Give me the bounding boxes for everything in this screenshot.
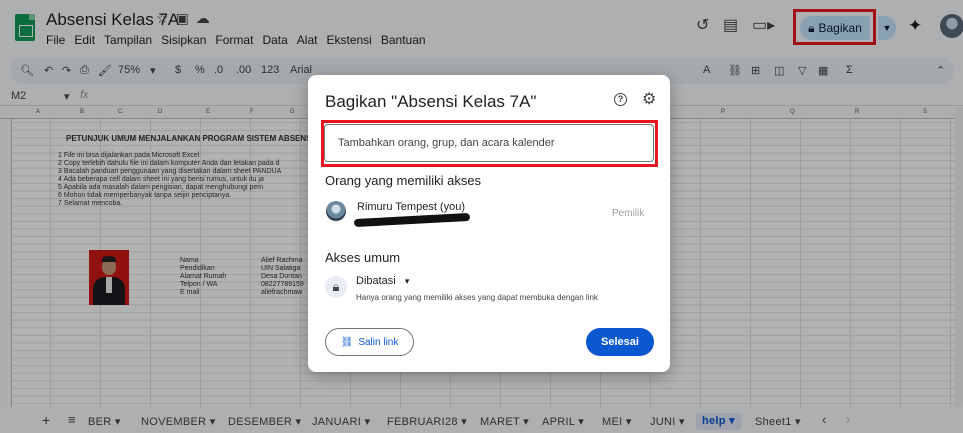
access-mode-dropdown[interactable]: Dibatasi ▾ bbox=[356, 275, 409, 287]
chevron-down-icon: ▾ bbox=[404, 276, 410, 286]
copy-link-label: Salin link bbox=[358, 336, 399, 348]
done-button[interactable]: Selesai bbox=[586, 328, 654, 356]
redacted-email bbox=[353, 212, 471, 228]
input-highlight-box bbox=[321, 120, 658, 167]
copy-link-button[interactable]: ⛓ Salin link bbox=[325, 328, 414, 356]
dialog-title: Bagikan "Absensi Kelas 7A" bbox=[325, 92, 537, 111]
user-avatar bbox=[326, 201, 346, 221]
user-role: Pemilik bbox=[612, 208, 645, 219]
people-access-heading: Orang yang memiliki akses bbox=[325, 173, 482, 188]
user-name: Rimuru Tempest (you) bbox=[357, 201, 465, 213]
help-icon[interactable]: ? bbox=[614, 93, 627, 106]
access-description: Hanya orang yang memiliki akses yang dap… bbox=[356, 293, 598, 302]
gear-icon[interactable]: ⚙ bbox=[642, 89, 656, 109]
share-dialog: Bagikan "Absensi Kelas 7A" ? ⚙ Tambahkan… bbox=[308, 75, 670, 372]
general-access-heading: Akses umum bbox=[325, 250, 401, 265]
link-icon: ⛓ bbox=[340, 336, 354, 348]
lock-icon: 🔒︎ bbox=[325, 276, 347, 298]
